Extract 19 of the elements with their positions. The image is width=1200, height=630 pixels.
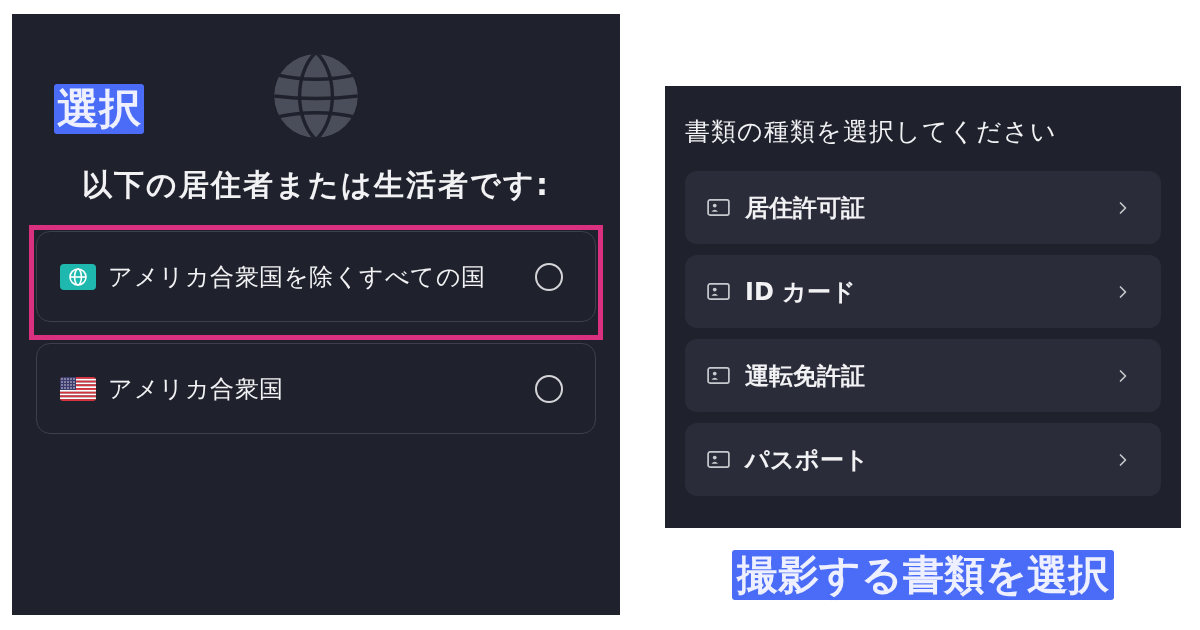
document-title: 書類の種類を選択してください <box>685 116 1058 148</box>
id-card-icon <box>707 367 730 384</box>
document-option[interactable]: 運転免許証 <box>685 339 1161 412</box>
residence-heading: 以下の居住者または生活者です: <box>81 166 551 204</box>
radio-button[interactable] <box>535 374 563 403</box>
country-option[interactable]: アメリカ合衆国を除くすべての国 <box>36 231 596 322</box>
annotation-label: 選択 <box>54 84 144 134</box>
globe-icon <box>274 54 358 138</box>
country-option[interactable]: アメリカ合衆国 <box>36 343 596 434</box>
globe-icon <box>60 263 96 290</box>
document-option[interactable]: 居住許可証 <box>685 171 1161 244</box>
document-option[interactable]: ID カード <box>685 255 1161 328</box>
document-option[interactable]: パスポート <box>685 423 1161 496</box>
id-card-icon <box>707 199 730 216</box>
radio-button[interactable] <box>535 262 563 291</box>
id-card-icon <box>707 451 730 468</box>
annotation-caption: 撮影する書類を選択 <box>732 550 1114 600</box>
id-card-icon <box>707 283 730 300</box>
flag-icon <box>60 376 96 401</box>
